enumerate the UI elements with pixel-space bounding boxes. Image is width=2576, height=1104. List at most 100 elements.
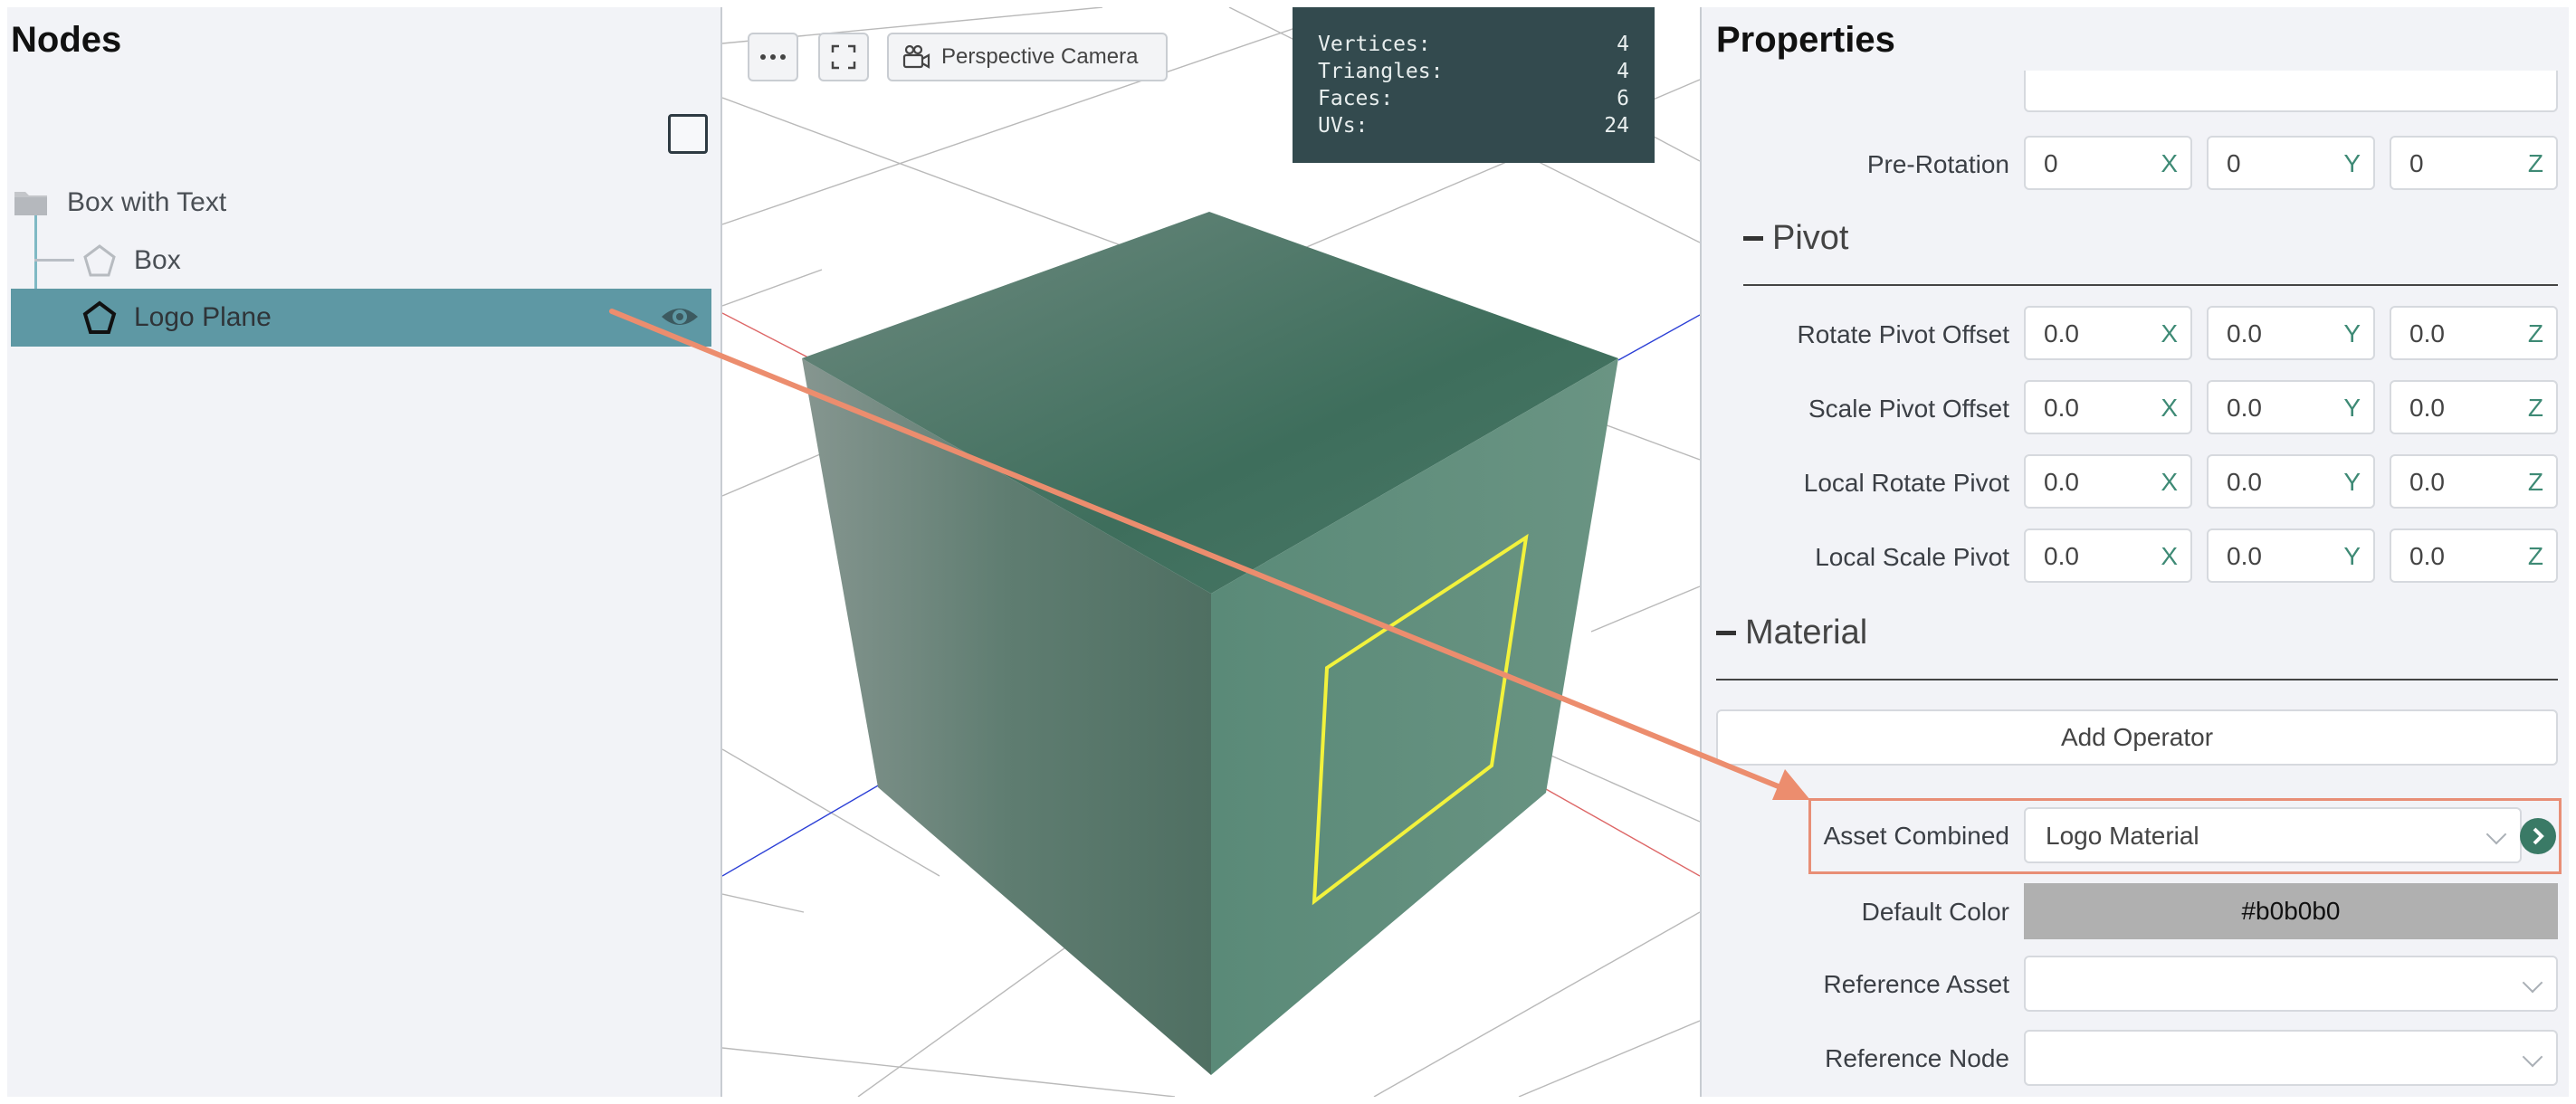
select-all-checkbox[interactable] [668,114,708,154]
local-rotate-pivot-label: Local Rotate Pivot [1803,469,2009,497]
axis-label-z: Z [2527,542,2543,570]
input-value: 0 [2409,149,2424,177]
chevron-down-icon [2522,972,2543,994]
section-title: Pivot [1772,219,1849,257]
axis-label-y: Y [2343,319,2361,347]
camera-icon [902,44,930,69]
axis-label-y: Y [2343,149,2361,177]
nodes-panel-title: Nodes [11,20,122,60]
reference-node-label: Reference Node [1825,1044,2009,1072]
nodes-panel: Nodes Box with Text Box Logo Plane [7,7,722,1097]
input-value: 0.0 [2044,468,2079,496]
scale-pivot-offset-label: Scale Pivot Offset [1808,395,2009,423]
axis-label-y: Y [2343,468,2361,496]
axis-label-y: Y [2343,394,2361,422]
local-rotate-pivot-y-input[interactable]: 0.0 Y [2207,454,2375,509]
pentagon-icon [83,244,116,277]
rotate-pivot-offset-z-input[interactable]: 0.0 Z [2390,306,2558,360]
material-section-header[interactable]: Material [1716,614,1867,652]
input-value: 0.0 [2227,468,2262,496]
chevron-down-icon [2522,1046,2543,1068]
section-divider [1716,679,2558,680]
axis-label-y: Y [2343,542,2361,570]
scale-pivot-offset-z-input[interactable]: 0.0 Z [2390,380,2558,434]
eye-icon[interactable] [659,299,701,335]
rotate-pivot-offset-y-input[interactable]: 0.0 Y [2207,306,2375,360]
stat-value: 24 [1604,114,1629,138]
tree-item-label: Logo Plane [134,302,272,332]
stat-label: Triangles: [1318,60,1444,83]
stat-value: 6 [1617,87,1629,110]
axis-label-z: Z [2527,468,2543,496]
fullscreen-button[interactable] [818,33,869,81]
input-value: 0.0 [2227,394,2262,422]
3d-viewport[interactable]: Perspective Camera Vertices: 4 Triangles… [722,7,1700,1097]
collapse-icon [1743,236,1763,241]
stat-row: Vertices: 4 [1318,31,1629,58]
add-operator-button[interactable]: Add Operator [1716,709,2558,766]
default-color-swatch[interactable]: #b0b0b0 [2024,883,2558,939]
pre-rotation-label: Pre-Rotation [1866,150,2009,178]
input-value: 0.0 [2227,319,2262,347]
cube-mesh[interactable] [802,212,1618,1075]
asset-combined-label: Asset Combined [1823,822,2009,850]
axis-label-x: X [2161,394,2178,422]
properties-panel-title: Properties [1716,20,1895,60]
local-scale-pivot-label: Local Scale Pivot [1815,543,2009,571]
axis-label-z: Z [2527,319,2543,347]
z-axis-line [1617,314,1700,361]
stat-label: Faces: [1318,87,1394,110]
reference-asset-select[interactable] [2024,956,2558,1012]
input-value: 0.0 [2409,542,2445,570]
asset-combined-select[interactable]: Logo Material [2024,807,2522,863]
tree-item-label: Box with Text [67,187,227,217]
local-scale-pivot-z-input[interactable]: 0.0 Z [2390,528,2558,583]
fullscreen-icon [831,44,856,70]
tree-item-box-with-text[interactable]: Box with Text [11,174,226,232]
local-rotate-pivot-x-input[interactable]: 0.0 X [2024,454,2192,509]
local-scale-pivot-x-input[interactable]: 0.0 X [2024,528,2192,583]
local-scale-pivot-y-input[interactable]: 0.0 Y [2207,528,2375,583]
reference-node-select[interactable] [2024,1030,2558,1086]
pivot-section-header[interactable]: Pivot [1743,219,1848,258]
chevron-down-icon [2485,823,2507,845]
scene-canvas[interactable] [722,7,1700,1097]
scrolled-input-field[interactable] [2024,71,2558,112]
more-options-button[interactable] [748,33,798,81]
properties-panel: Properties Pre-Rotation 0 X 0 Y 0 Z Pivo… [1700,7,2569,1097]
chevron-right-icon [2533,827,2544,845]
mesh-stats-overlay: Vertices: 4 Triangles: 4 Faces: 6 UVs: 2… [1293,7,1655,163]
pre-rotation-x-input[interactable]: 0 X [2024,136,2192,190]
go-to-asset-button[interactable] [2520,818,2556,854]
scale-pivot-offset-x-input[interactable]: 0.0 X [2024,380,2192,434]
input-value: 0.0 [2044,394,2079,422]
scale-pivot-offset-y-input[interactable]: 0.0 Y [2207,380,2375,434]
tree-item-box[interactable]: Box [11,232,181,290]
rotate-pivot-offset-x-input[interactable]: 0.0 X [2024,306,2192,360]
tree-item-label: Box [134,245,181,275]
pre-rotation-z-input[interactable]: 0 Z [2390,136,2558,190]
tree-item-logo-plane[interactable]: Logo Plane [11,289,711,347]
stat-label: UVs: [1318,114,1369,138]
section-title: Material [1745,614,1868,652]
input-value: 0.0 [2044,542,2079,570]
axis-label-x: X [2161,149,2178,177]
pre-rotation-y-input[interactable]: 0 Y [2207,136,2375,190]
camera-selector-button[interactable]: Perspective Camera [887,33,1168,81]
input-value: 0.0 [2409,319,2445,347]
pentagon-icon [82,300,117,334]
axis-label-x: X [2161,319,2178,347]
input-value: 0 [2044,149,2058,177]
local-rotate-pivot-z-input[interactable]: 0.0 Z [2390,454,2558,509]
input-value: 0.0 [2409,468,2445,496]
default-color-label: Default Color [1861,898,2009,926]
axis-label-x: X [2161,542,2178,570]
select-value: Logo Material [2046,822,2199,850]
input-value: 0.0 [2044,319,2079,347]
stat-row: UVs: 24 [1318,112,1629,139]
stat-row: Triangles: 4 [1318,58,1629,85]
collapse-icon [1716,631,1736,635]
stat-row: Faces: 6 [1318,85,1629,112]
folder-icon [14,192,47,215]
ellipsis-icon [760,54,786,60]
